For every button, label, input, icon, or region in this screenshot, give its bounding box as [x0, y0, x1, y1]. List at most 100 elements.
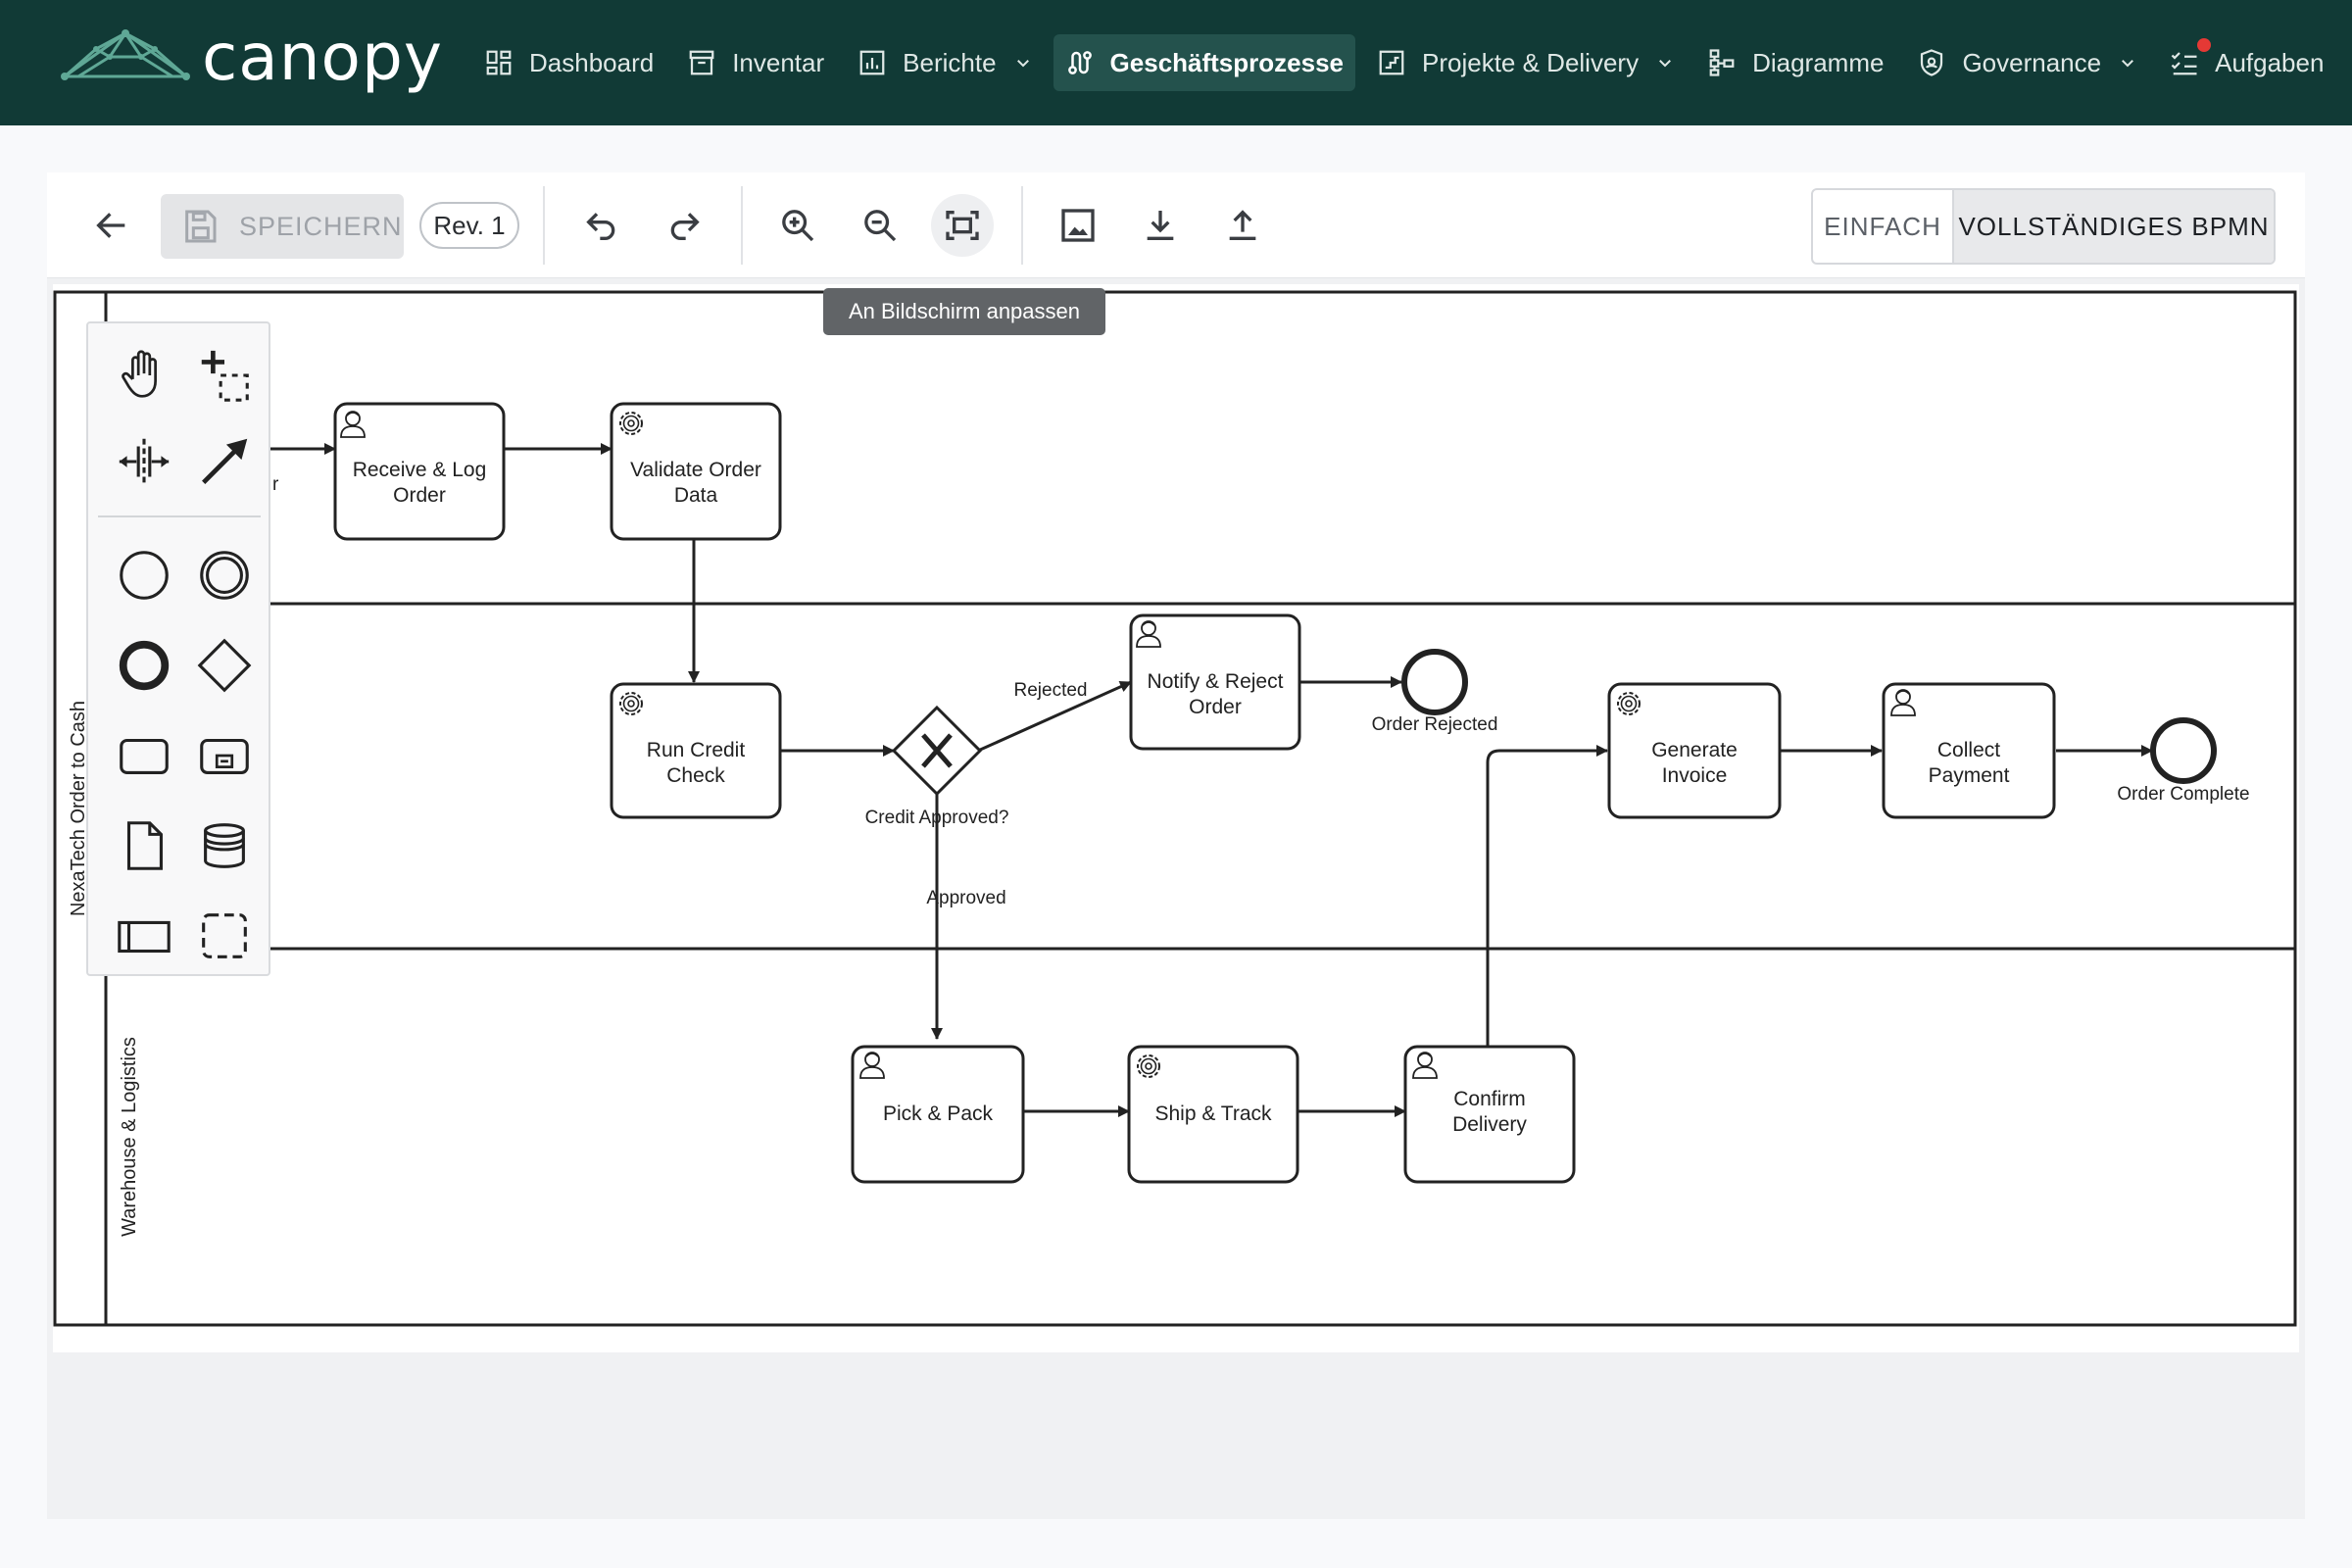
nav-item-diagramme[interactable]: Diagramme	[1695, 34, 1895, 91]
hand-tool-icon	[122, 350, 157, 398]
image-icon	[1061, 209, 1095, 242]
task-validate-order-data[interactable]: Validate Order Data	[610, 402, 782, 541]
lasso-tool-icon	[201, 350, 249, 402]
nav-item-label: Aufgaben	[2215, 47, 2325, 77]
task-ship-track[interactable]: Ship & Track	[1127, 1045, 1299, 1184]
undo-icon	[586, 213, 615, 240]
shield-icon	[1921, 49, 1943, 76]
toolbar-divider	[741, 186, 743, 265]
nav-item-inventar[interactable]: Inventar	[675, 34, 836, 91]
exclusive-gateway[interactable]	[891, 705, 983, 797]
task-label: Data	[674, 484, 718, 507]
hand-tool[interactable]	[110, 341, 178, 410]
end-event-label[interactable]: Order Complete	[2117, 784, 2249, 805]
task-label: Receive & Log	[353, 459, 487, 481]
end-event-order-complete[interactable]	[2150, 717, 2217, 784]
end-event-tool[interactable]	[110, 631, 178, 700]
project-icon	[1379, 50, 1404, 75]
nav-item-aufgaben[interactable]: Aufgaben	[2158, 34, 2335, 91]
task-pick-pack[interactable]: Pick & Pack	[851, 1045, 1025, 1184]
lasso-tool[interactable]	[190, 341, 259, 410]
connect-tool[interactable]	[190, 427, 259, 496]
task-notify-reject-order[interactable]: Notify & Reject Order	[1129, 613, 1301, 751]
top-navigation-bar: canopy Dashboard Inventar Berichte Gesch…	[0, 0, 2352, 125]
toolbar-divider	[543, 186, 545, 265]
nav-item-label: Projekte & Delivery	[1422, 47, 1640, 77]
nav-item-label: Geschäftsprozesse	[1109, 47, 1344, 77]
upload-button[interactable]	[1211, 194, 1274, 257]
revision-chip[interactable]: Rev. 1	[419, 202, 519, 249]
space-tool-icon	[119, 438, 170, 485]
bpmn-mode-toggle: EINFACH VOLLSTÄNDIGES BPMN	[1811, 188, 2276, 265]
zoom-in-button[interactable]	[766, 194, 829, 257]
pool-icon	[118, 920, 171, 954]
nav-item-governance[interactable]: Governance	[1905, 34, 2148, 91]
nav-item-geschaeftsprozesse[interactable]: Geschäftsprozesse	[1053, 34, 1355, 91]
process-icon	[1067, 51, 1092, 74]
group-icon	[202, 913, 247, 958]
gateway-label[interactable]: Credit Approved?	[865, 808, 1009, 828]
chevron-down-icon	[2122, 60, 2134, 68]
task-label: Invoice	[1662, 764, 1728, 787]
task-run-credit-check[interactable]: Run Credit Check	[610, 682, 782, 819]
chevron-down-icon	[1016, 60, 1029, 68]
nav-item-dashboard[interactable]: Dashboard	[472, 34, 665, 91]
flow-label-rejected[interactable]: Rejected	[1014, 680, 1088, 701]
flow-label-approved[interactable]: Approved	[926, 888, 1005, 908]
fit-to-screen-button[interactable]	[931, 194, 994, 257]
data-store-icon	[204, 823, 245, 868]
undo-button[interactable]	[570, 194, 633, 257]
pool-tool[interactable]	[110, 902, 178, 970]
dashboard-icon	[486, 50, 512, 75]
save-button[interactable]: SPEICHERN	[161, 194, 404, 259]
data-object-icon	[126, 821, 163, 870]
start-event-icon	[120, 551, 169, 600]
nav-item-label: Governance	[1962, 47, 2102, 77]
task-collect-payment[interactable]: Collect Payment	[1882, 682, 2056, 819]
download-icon	[1147, 211, 1174, 240]
subprocess-icon	[200, 738, 249, 774]
mode-simple-button[interactable]: EINFACH	[1813, 190, 1954, 263]
mode-full-bpmn-button[interactable]: VOLLSTÄNDIGES BPMN	[1954, 190, 2274, 263]
hierarchy-icon	[1709, 49, 1735, 76]
start-event-tool[interactable]	[110, 541, 178, 610]
nav-item-label: Diagramme	[1752, 47, 1885, 77]
notification-dot	[2197, 38, 2212, 52]
gateway-icon	[197, 638, 252, 693]
redo-button[interactable]	[653, 194, 715, 257]
task-icon	[120, 738, 169, 774]
intermediate-event-tool[interactable]	[190, 541, 259, 610]
task-tool[interactable]	[110, 721, 178, 790]
canopy-logo[interactable]: canopy	[59, 20, 451, 98]
nav-item-label: Dashboard	[529, 47, 655, 77]
nav-item-projekte-delivery[interactable]: Projekte & Delivery	[1365, 34, 1686, 91]
sequence-flow[interactable]	[1486, 745, 1608, 1066]
redo-icon	[670, 213, 700, 240]
task-receive-log-order[interactable]: Receive & Log Order	[333, 402, 506, 541]
end-event-order-rejected[interactable]	[1401, 649, 1468, 715]
task-label: Collect	[1937, 739, 2000, 761]
gateway-tool[interactable]	[190, 631, 259, 700]
element-palette	[86, 321, 270, 976]
download-button[interactable]	[1129, 194, 1192, 257]
lane-label[interactable]: Warehouse & Logistics	[119, 1037, 140, 1237]
back-button[interactable]	[80, 194, 143, 257]
zoom-out-button[interactable]	[849, 194, 911, 257]
zoom-in-icon	[782, 210, 814, 242]
data-object-tool[interactable]	[110, 811, 178, 880]
space-tool[interactable]	[110, 427, 178, 496]
task-confirm-delivery[interactable]: Confirm Delivery	[1403, 1045, 1576, 1184]
end-event-label[interactable]: Order Rejected	[1372, 714, 1498, 735]
bpmn-diagram[interactable]: NexaTech Order to Cash Warehouse & Logis…	[53, 284, 2299, 1352]
export-image-button[interactable]	[1047, 194, 1109, 257]
canopy-logo-mark	[61, 29, 190, 80]
intermediate-event-icon	[200, 551, 249, 600]
task-label: Generate	[1651, 739, 1738, 761]
task-label: Payment	[1929, 764, 2010, 787]
task-generate-invoice[interactable]: Generate Invoice	[1607, 682, 1782, 819]
group-tool[interactable]	[190, 902, 259, 970]
subprocess-tool[interactable]	[190, 721, 259, 790]
diagram-canvas[interactable]: NexaTech Order to Cash Warehouse & Logis…	[53, 284, 2299, 1352]
nav-item-berichte[interactable]: Berichte	[846, 34, 1043, 91]
data-store-tool[interactable]	[190, 811, 259, 880]
